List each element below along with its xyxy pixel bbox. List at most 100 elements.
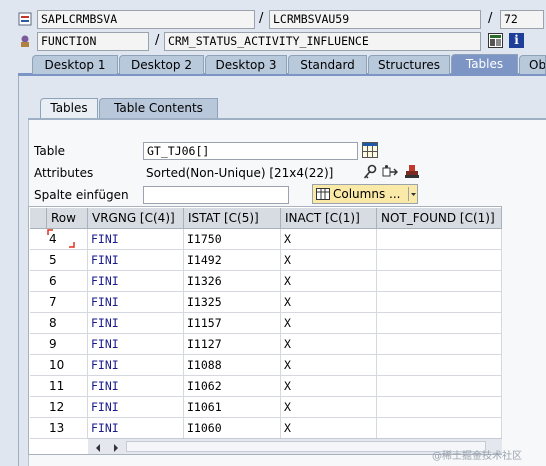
tab-desktop-2[interactable]: Desktop 2 — [119, 55, 204, 74]
inact-cell[interactable]: X — [281, 376, 377, 397]
spalte-label: Spalte einfügen — [34, 188, 129, 202]
not-found-cell[interactable] — [377, 229, 502, 250]
not-found-cell[interactable] — [377, 313, 502, 334]
tab-desktop-3[interactable]: Desktop 3 — [205, 55, 287, 74]
table-row[interactable]: 5 FINI I1492 X — [30, 250, 502, 271]
tab-structures[interactable]: Structures — [368, 55, 450, 74]
vrgng-cell[interactable]: FINI — [88, 418, 184, 439]
inact-cell[interactable]: X — [281, 355, 377, 376]
vrgng-cell[interactable]: FINI — [88, 313, 184, 334]
separator: / — [488, 11, 493, 26]
inact-cell[interactable]: X — [281, 313, 377, 334]
istat-cell[interactable]: I1060 — [184, 418, 281, 439]
table-row[interactable]: 13 FINI I1060 X — [30, 418, 502, 439]
column-header-not-found[interactable]: NOT_FOUND [C(1)] — [377, 208, 502, 229]
not-found-cell[interactable] — [377, 292, 502, 313]
program-field[interactable]: SAPLCRMBSVA — [37, 10, 255, 29]
tab-desktop-1[interactable]: Desktop 1 — [32, 55, 118, 74]
not-found-cell[interactable] — [377, 376, 502, 397]
istat-cell[interactable]: I1088 — [184, 355, 281, 376]
vrgng-cell[interactable]: FINI — [88, 229, 184, 250]
program-icon — [18, 12, 32, 26]
subtab-table-contents[interactable]: Table Contents — [99, 98, 218, 118]
tab-standard[interactable]: Standard — [288, 55, 367, 74]
not-found-cell[interactable] — [377, 334, 502, 355]
not-found-cell[interactable] — [377, 355, 502, 376]
not-found-cell[interactable] — [377, 397, 502, 418]
istat-cell[interactable]: I1326 — [184, 271, 281, 292]
row-number-cell[interactable]: 8 — [30, 313, 88, 334]
line-field[interactable]: 72 — [500, 10, 544, 29]
tab-tables[interactable]: Tables — [451, 54, 518, 74]
table-row[interactable]: 7 FINI I1325 X — [30, 292, 502, 313]
scroll-left-icon[interactable] — [94, 442, 102, 452]
row-number-cell[interactable]: 13 — [30, 418, 88, 439]
table-row[interactable]: 6 FINI I1326 X — [30, 271, 502, 292]
row-number-cell[interactable]: 6 — [30, 271, 88, 292]
inact-cell[interactable]: X — [281, 397, 377, 418]
columns-button[interactable]: Columns ... — [312, 184, 418, 204]
spalte-input[interactable] — [143, 186, 289, 204]
separator: / — [155, 33, 160, 48]
columns-button-label: Columns ... — [333, 187, 401, 201]
istat-cell[interactable]: I1325 — [184, 292, 281, 313]
istat-cell[interactable]: I1062 — [184, 376, 281, 397]
not-found-cell[interactable] — [377, 271, 502, 292]
row-number-cell[interactable]: 5 — [30, 250, 88, 271]
row-number-cell[interactable]: 12 — [30, 397, 88, 418]
table-row[interactable]: 11 FINI I1062 X — [30, 376, 502, 397]
vrgng-cell[interactable]: FINI — [88, 292, 184, 313]
istat-cell[interactable]: I1750 — [184, 229, 281, 250]
istat-cell[interactable]: I1061 — [184, 397, 281, 418]
table-row[interactable]: 8 FINI I1157 X — [30, 313, 502, 334]
vrgng-cell[interactable]: FINI — [88, 397, 184, 418]
row-number-cell[interactable]: 11 — [30, 376, 88, 397]
not-found-cell[interactable] — [377, 418, 502, 439]
inact-cell[interactable]: X — [281, 250, 377, 271]
table-row[interactable]: 12 FINI I1061 X — [30, 397, 502, 418]
function-icon — [18, 34, 32, 48]
row-number-cell[interactable]: 9 — [30, 334, 88, 355]
not-found-cell[interactable] — [377, 250, 502, 271]
vrgng-cell[interactable]: FINI — [88, 250, 184, 271]
type-field[interactable]: FUNCTION — [37, 32, 149, 51]
inact-cell[interactable]: X — [281, 292, 377, 313]
row-number-cell[interactable]: 7 — [30, 292, 88, 313]
subtab-tables[interactable]: Tables — [40, 98, 98, 118]
grid-corner[interactable] — [30, 208, 47, 229]
info-icon[interactable]: i — [509, 33, 524, 48]
vrgng-cell[interactable]: FINI — [88, 376, 184, 397]
table-input[interactable]: GT_TJ06[] — [143, 142, 358, 160]
navigate-icon[interactable] — [382, 164, 400, 180]
inact-cell[interactable]: X — [281, 334, 377, 355]
table-layout-icon[interactable] — [488, 33, 503, 48]
grid-icon[interactable] — [362, 142, 378, 158]
column-header-inact[interactable]: INACT [C(1)] — [281, 208, 377, 229]
row-number-cell[interactable]: 10 — [30, 355, 88, 376]
column-header-row[interactable]: Row — [47, 208, 88, 229]
table-row[interactable]: 10 FINI I1088 X — [30, 355, 502, 376]
vrgng-cell[interactable]: FINI — [88, 271, 184, 292]
table-row[interactable]: 9 FINI I1127 X — [30, 334, 502, 355]
function-name-field[interactable]: CRM_STATUS_ACTIVITY_INFLUENCE — [164, 32, 481, 51]
attributes-value: Sorted(Non-Unique) [21x4(22)] — [146, 166, 334, 180]
istat-cell[interactable]: I1492 — [184, 250, 281, 271]
tab-objects[interactable]: Obj — [519, 55, 546, 74]
vrgng-cell[interactable]: FINI — [88, 355, 184, 376]
column-header-istat[interactable]: ISTAT [C(5)] — [184, 208, 281, 229]
istat-cell[interactable]: I1127 — [184, 334, 281, 355]
cell-selection-marker — [47, 229, 75, 248]
inact-cell[interactable]: X — [281, 271, 377, 292]
vrgng-cell[interactable]: FINI — [88, 334, 184, 355]
separator: / — [259, 11, 264, 26]
inact-cell[interactable]: X — [281, 229, 377, 250]
scroll-right-icon[interactable] — [112, 442, 120, 452]
column-header-vrgng[interactable]: VRGNG [C(4)] — [88, 208, 184, 229]
inact-cell[interactable]: X — [281, 418, 377, 439]
table-row[interactable]: 4 FINI I1750 X — [30, 229, 502, 250]
include-field[interactable]: LCRMBSVAU59 — [269, 10, 481, 29]
key-icon[interactable] — [362, 164, 378, 180]
dropdown-icon[interactable] — [408, 187, 417, 201]
istat-cell[interactable]: I1157 — [184, 313, 281, 334]
stamp-icon[interactable] — [404, 164, 420, 180]
